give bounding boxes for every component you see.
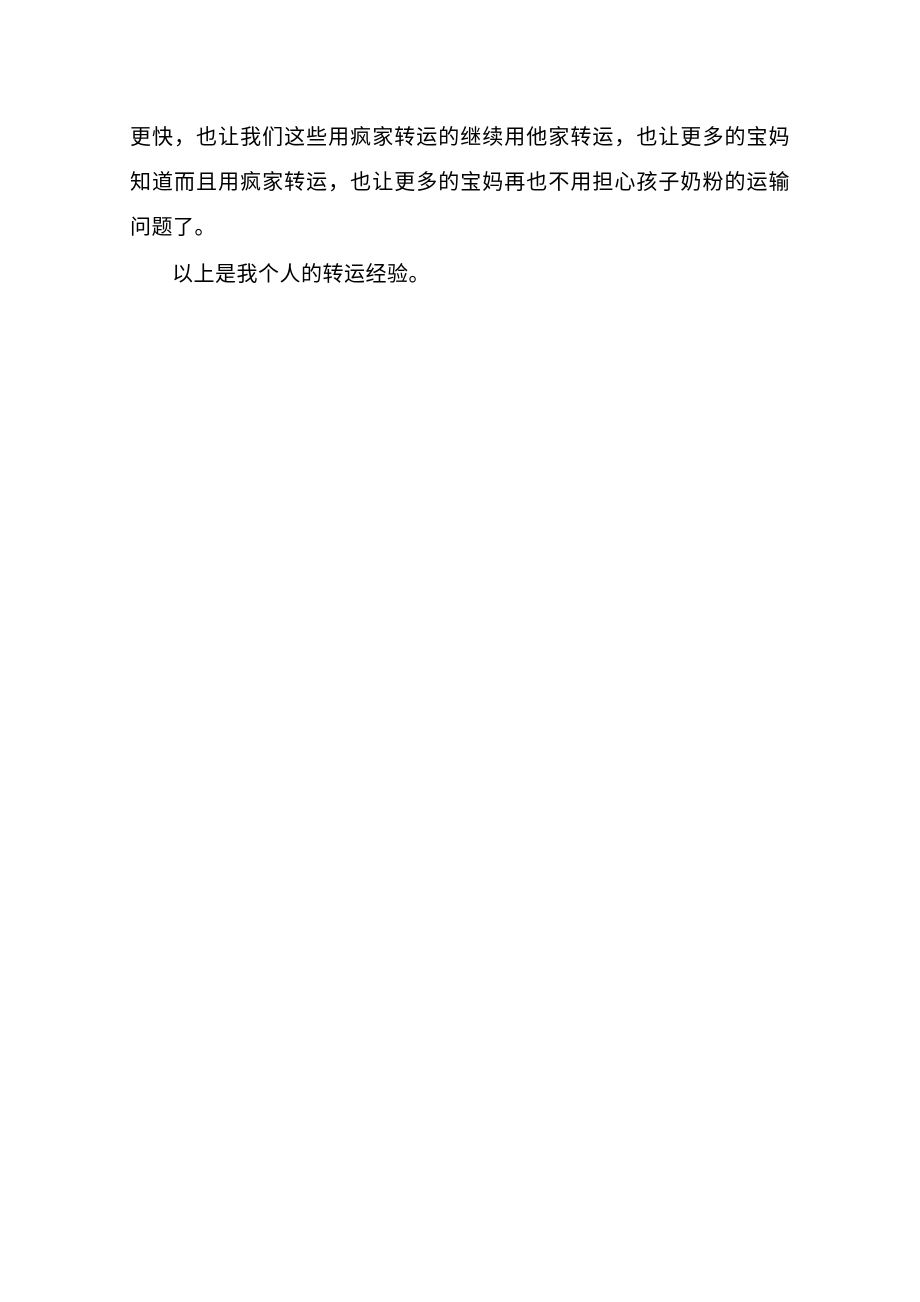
body-paragraph-1: 更快，也让我们这些用疯家转运的继续用他家转运，也让更多的宝妈知道而且用疯家转运，… (130, 115, 790, 250)
body-paragraph-2: 以上是我个人的转运经验。 (130, 252, 790, 297)
document-page: 更快，也让我们这些用疯家转运的继续用他家转运，也让更多的宝妈知道而且用疯家转运，… (0, 0, 920, 298)
